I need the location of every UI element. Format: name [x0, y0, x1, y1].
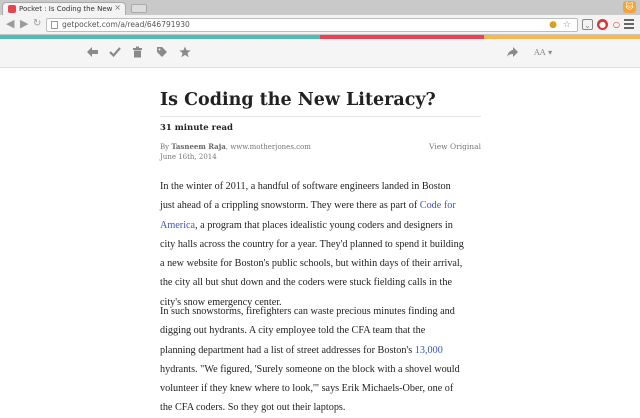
address-bar[interactable]: getpocket.com/a/read/646791930 ● ☆ [46, 18, 578, 32]
text-line: digging out hydrants. A city employee to… [160, 325, 426, 337]
pocket-favicon-icon [8, 5, 16, 13]
browser-toolbar: ◀ ▶ ↻ getpocket.com/a/read/646791930 ● ☆… [0, 15, 640, 35]
browser-tab-strip: Pocket : Is Coding the New × 🐱 [0, 0, 640, 15]
url-text[interactable]: getpocket.com/a/read/646791930 [62, 19, 190, 31]
profile-cat-icon[interactable]: 🐱 [623, 1, 636, 13]
text-line: volunteer if they knew where to look,'" … [160, 383, 454, 395]
browser-tab[interactable]: Pocket : Is Coding the New × [2, 2, 126, 15]
publish-date: June 16th, 2014 [160, 153, 217, 161]
text-line: America, a program that places idealisti… [160, 219, 453, 231]
paragraph-1: In the winter of 2011, a handful of soft… [160, 177, 464, 312]
forward-icon[interactable]: ▶ [20, 18, 28, 30]
text-line: In such snowstorms, firefighters can was… [160, 306, 455, 317]
code-for-america-link[interactable]: Code for [420, 200, 456, 211]
opera-extension-icon[interactable]: ○ [611, 19, 622, 30]
tab-close-icon[interactable]: × [114, 3, 121, 13]
pocket-toolbar: AA ▾ [0, 39, 640, 68]
code-for-america-link[interactable]: America [160, 220, 195, 231]
text-line: the CFA coders. So they got out their la… [160, 402, 346, 414]
text-line: hydrants. "We figured, 'Surely someone o… [160, 363, 460, 375]
bookmark-star-icon[interactable]: ☆ [563, 20, 571, 31]
read-time: 31 minute read [160, 123, 234, 133]
star-icon[interactable] [179, 46, 191, 60]
hydrants-count-link[interactable]: 13,000 [415, 345, 443, 356]
trash-icon[interactable] [132, 46, 143, 60]
page-icon [51, 21, 58, 29]
pocket-extension-icon[interactable]: ⌄ [582, 19, 593, 30]
source-domain: , www.motherjones.com [225, 143, 311, 151]
article-title: Is Coding the New Literacy? [160, 90, 436, 110]
back-icon[interactable]: ◀ [6, 18, 14, 30]
new-tab-button[interactable] [131, 4, 147, 13]
text-size-button[interactable]: AA ▾ [534, 46, 552, 60]
text-line: planning department had a list of street… [160, 344, 443, 356]
byline-by: By [160, 143, 170, 151]
paragraph-2: In such snowstorms, firefighters can was… [160, 302, 460, 418]
tag-icon[interactable] [156, 46, 168, 60]
check-icon[interactable] [109, 46, 121, 60]
title-divider [160, 116, 481, 117]
reload-icon[interactable]: ↻ [33, 18, 41, 30]
view-original-link[interactable]: View Original [429, 141, 481, 152]
text-line: just ahead of a crippling snowstorm. The… [160, 200, 456, 212]
back-arrow-icon[interactable] [86, 46, 99, 60]
text-line: a new website for Boston's public school… [160, 258, 463, 270]
share-icon[interactable] [506, 46, 519, 60]
tab-title: Pocket : Is Coding the New [19, 5, 113, 13]
adblock-extension-icon[interactable]: ● [597, 19, 608, 30]
text-line: city halls across the country for a year… [160, 238, 464, 250]
text-line: the city all but shut down and the coder… [160, 277, 452, 289]
author-name: Tasneem Raja [171, 142, 226, 151]
chrome-menu-icon[interactable] [624, 19, 634, 29]
extension-cookie-icon[interactable]: ● [549, 20, 557, 31]
text-size-icon: AA [534, 48, 546, 57]
text-line: In the winter of 2011, a handful of soft… [160, 181, 451, 192]
